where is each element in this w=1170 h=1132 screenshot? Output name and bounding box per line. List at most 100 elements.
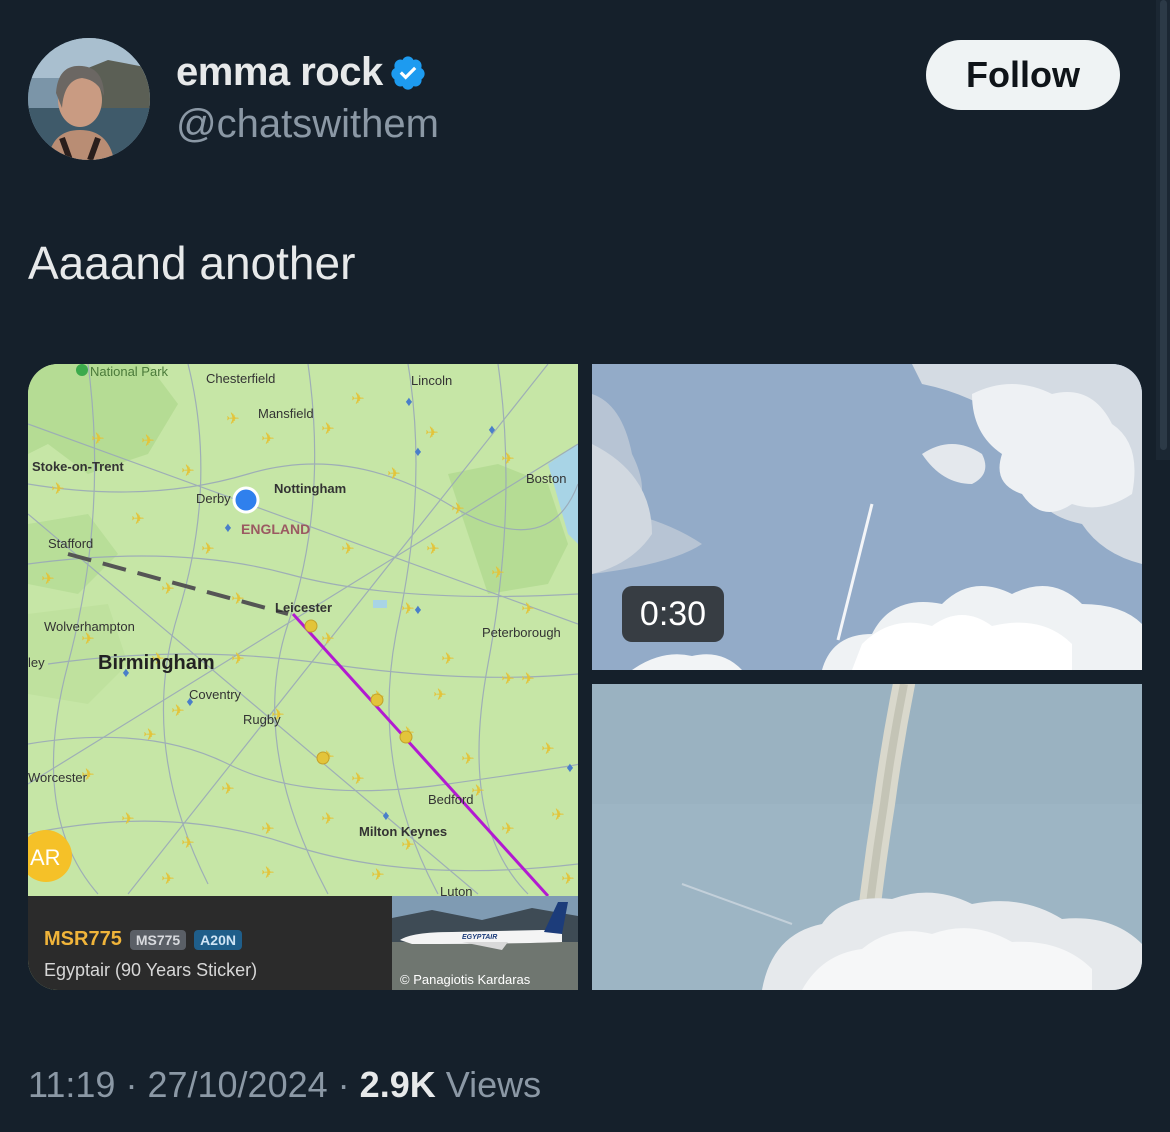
video-duration-badge: 0:30 [622, 586, 724, 642]
svg-text:✈: ✈ [521, 671, 534, 688]
map-label-stafford: Stafford [48, 536, 93, 551]
svg-text:✈: ✈ [491, 565, 504, 582]
svg-text:♦: ♦ [488, 421, 495, 437]
aircraft-photo: EGYPTAIR © Panagiotis Kardaras [392, 896, 578, 990]
map-label-mansfield: Mansfield [258, 406, 314, 421]
svg-text:✈: ✈ [141, 433, 154, 450]
svg-text:✈: ✈ [426, 541, 439, 558]
svg-text:✈: ✈ [425, 425, 438, 442]
aircraft-type-badge: A20N [194, 929, 242, 950]
svg-text:✈: ✈ [161, 871, 174, 888]
flight-map-image[interactable]: ✈ ✈ ✈ ✈ ✈ ✈ ✈ ✈ ✈ ✈ ✈ ✈ ✈ ✈ ✈ ✈ ✈ ✈ ✈ ✈ ✈ ✈ ✈ ✈ ✈ ✈ ✈ ✈ ✈ ✈ … [28, 364, 578, 990]
svg-text:✈: ✈ [371, 867, 384, 884]
views-count: 2.9K [359, 1064, 436, 1105]
airline-name: Egyptair (90 Years Sticker) [44, 960, 258, 980]
svg-text:✈: ✈ [181, 463, 194, 480]
svg-text:✈: ✈ [261, 821, 274, 838]
tweet-text: Aaaand another [28, 237, 356, 289]
photo-credit: © Panagiotis Kardaras [400, 972, 531, 987]
map-label-bedford: Bedford [428, 792, 474, 807]
svg-text:♦: ♦ [382, 807, 389, 823]
meta-separator: · [337, 1064, 350, 1105]
svg-text:♦: ♦ [566, 759, 573, 775]
svg-text:✈: ✈ [261, 865, 274, 882]
follow-button[interactable]: Follow [926, 40, 1120, 110]
svg-text:✈: ✈ [321, 811, 334, 828]
views-label: Views [445, 1064, 542, 1105]
map-label-worcester: Worcester [28, 770, 88, 785]
svg-text:✈: ✈ [226, 411, 239, 428]
tweet-date[interactable]: 27/10/2024 [147, 1064, 327, 1105]
map-label-birmingham: Birmingham [98, 652, 215, 674]
author-handle[interactable]: @chatswithem [176, 102, 439, 147]
svg-text:✈: ✈ [551, 807, 564, 824]
svg-text:✈: ✈ [131, 511, 144, 528]
svg-text:✈: ✈ [143, 727, 156, 744]
flight-info-panel[interactable]: MSR775 MS775 A20N Egyptair (90 Years Sti… [28, 896, 578, 990]
svg-text:✈: ✈ [321, 631, 334, 648]
svg-text:✈: ✈ [41, 571, 54, 588]
verified-badge-icon [391, 55, 425, 90]
avatar[interactable] [28, 38, 150, 160]
svg-text:✈: ✈ [501, 671, 514, 688]
meta-separator: · [125, 1064, 138, 1105]
svg-text:♦: ♦ [405, 393, 412, 409]
svg-text:✈: ✈ [401, 601, 414, 618]
svg-text:✈: ✈ [181, 835, 194, 852]
svg-text:✈: ✈ [321, 421, 334, 438]
map-label-boston: Boston [526, 471, 566, 486]
tweet-meta: 11:19 · 27/10/2024 · 2.9K Views [28, 1064, 541, 1106]
map-label-national-park: National Park [90, 364, 169, 379]
svg-text:✈: ✈ [231, 591, 244, 608]
svg-text:✈: ✈ [351, 391, 364, 408]
map-label-peterborough: Peterborough [482, 625, 561, 640]
svg-text:✈: ✈ [501, 821, 514, 838]
svg-text:✈: ✈ [221, 781, 234, 798]
scrollbar-thumb[interactable] [1160, 0, 1167, 450]
tweet-header: emma rock @chatswithem Follow [28, 38, 1120, 162]
map-label-stoke-on-trent: Stoke-on-Trent [32, 459, 124, 474]
svg-text:✈: ✈ [433, 687, 446, 704]
author-name[interactable]: emma rock [176, 50, 383, 95]
svg-text:✈: ✈ [231, 651, 244, 668]
tweet-time[interactable]: 11:19 [28, 1064, 115, 1105]
svg-text:✈: ✈ [201, 541, 214, 558]
aircraft-livery-text: EGYPTAIR [462, 934, 497, 941]
svg-text:✈: ✈ [501, 451, 514, 468]
flight-callsign: MSR775 [44, 928, 122, 950]
svg-text:✈: ✈ [261, 431, 274, 448]
map-label-ar: AR [30, 845, 61, 870]
map-label-wolverhampton: Wolverhampton [44, 619, 135, 634]
map-label-milton-keynes: Milton Keynes [359, 824, 447, 839]
map-label-ley: ley [28, 655, 45, 670]
map-label-rugby: Rugby [243, 712, 281, 727]
svg-text:♦: ♦ [414, 443, 421, 459]
map-label-leicester: Leicester [275, 600, 332, 615]
map-label-england: ENGLAND [241, 521, 310, 537]
map-label-nottingham: Nottingham [274, 481, 346, 496]
svg-text:✈: ✈ [351, 771, 364, 788]
svg-text:✈: ✈ [387, 466, 400, 483]
svg-text:♦: ♦ [224, 519, 231, 535]
map-label-chesterfield: Chesterfield [206, 371, 275, 386]
map-label-lincoln: Lincoln [411, 373, 452, 388]
svg-text:✈: ✈ [451, 501, 464, 518]
svg-text:✈: ✈ [171, 703, 184, 720]
scrollbar[interactable] [1156, 0, 1170, 460]
flight-code-badge: MS775 [129, 929, 187, 950]
svg-text:♦: ♦ [414, 601, 421, 617]
media-grid: ✈ ✈ ✈ ✈ ✈ ✈ ✈ ✈ ✈ ✈ ✈ ✈ ✈ ✈ ✈ ✈ ✈ ✈ ✈ ✈ ✈ ✈ ✈ ✈ ✈ ✈ ✈ ✈ ✈ ✈ … [28, 364, 1142, 990]
video-thumbnail[interactable]: 0:30 [592, 364, 1142, 670]
map-label-derby: Derby [196, 491, 231, 506]
svg-text:✈: ✈ [161, 581, 174, 598]
svg-text:✈: ✈ [341, 541, 354, 558]
map-label-coventry: Coventry [189, 687, 242, 702]
svg-text:✈: ✈ [541, 741, 554, 758]
svg-text:✈: ✈ [521, 601, 534, 618]
svg-text:✈: ✈ [91, 431, 104, 448]
svg-text:✈: ✈ [441, 651, 454, 668]
svg-text:✈: ✈ [401, 837, 414, 854]
svg-text:✈: ✈ [51, 481, 64, 498]
photo-thumbnail[interactable] [592, 684, 1142, 990]
svg-text:✈: ✈ [121, 811, 134, 828]
